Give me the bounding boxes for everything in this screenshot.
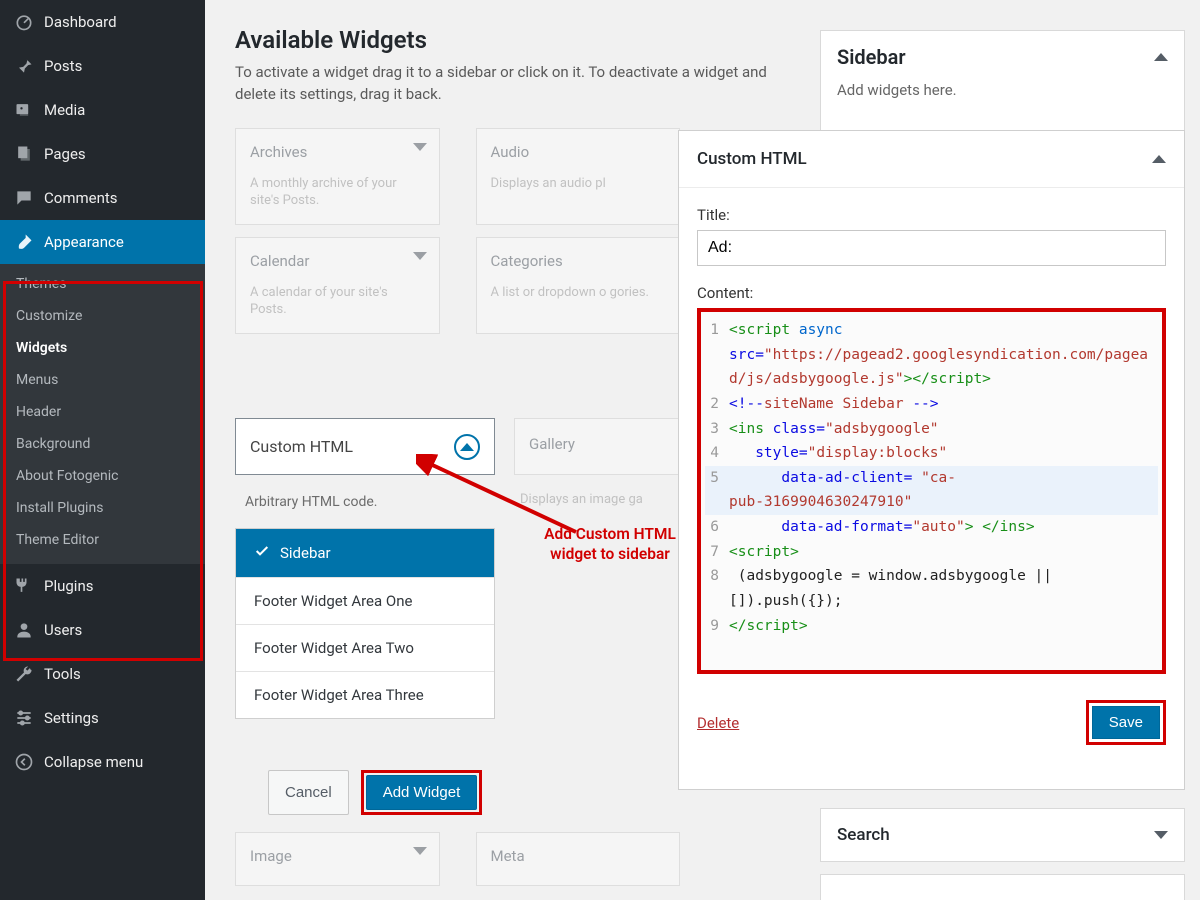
- pages-icon: [14, 144, 34, 164]
- sidebar-item-label: Media: [44, 101, 85, 119]
- widget-card-calendar[interactable]: Calendar A calendar of your site's Posts…: [235, 237, 440, 334]
- sidebar-item-label: Comments: [44, 189, 118, 207]
- sidebar-item-tools[interactable]: Tools: [0, 652, 205, 696]
- sidebar-item-dashboard[interactable]: Dashboard: [0, 0, 205, 44]
- submenu-item-themes[interactable]: Themes: [0, 268, 205, 300]
- sidebar-item-label: Collapse menu: [44, 753, 143, 771]
- submenu-item-menus[interactable]: Menus: [0, 364, 205, 396]
- sidebar-item-plugins[interactable]: Plugins: [0, 564, 205, 608]
- widget-grid: Archives A monthly archive of your site'…: [235, 128, 680, 334]
- target-item-footer-1[interactable]: Footer Widget Area One: [236, 578, 494, 625]
- chevron-down-icon: [413, 143, 427, 151]
- sidebar-item-label: Dashboard: [44, 13, 117, 31]
- submenu-item-header[interactable]: Header: [0, 396, 205, 428]
- appearance-submenu: Themes Customize Widgets Menus Header Ba…: [0, 264, 205, 564]
- content-code-editor[interactable]: 1<script asyncsrc="https://pagead2.googl…: [697, 308, 1166, 674]
- sidebar-item-collapse[interactable]: Collapse menu: [0, 740, 205, 784]
- chevron-up-icon[interactable]: [1154, 53, 1168, 61]
- submenu-item-about-fotogenic[interactable]: About Fotogenic: [0, 460, 205, 492]
- title-field-label: Title:: [697, 206, 1166, 224]
- speedometer-icon: [14, 12, 34, 32]
- sidebar-item-label: Appearance: [44, 233, 124, 251]
- widget-card-categories[interactable]: Categories A list or dropdown o gories.: [476, 237, 681, 334]
- widget-card-gallery[interactable]: Gallery: [514, 418, 679, 475]
- widget-card-audio[interactable]: Audio Displays an audio pl: [476, 128, 681, 225]
- widget-area-next-panel[interactable]: [820, 874, 1185, 900]
- submenu-item-theme-editor[interactable]: Theme Editor: [0, 524, 205, 556]
- widget-card-gallery-desc: Displays an image ga: [520, 492, 643, 507]
- widget-area-search-panel[interactable]: Search: [820, 808, 1185, 862]
- cancel-button[interactable]: Cancel: [268, 770, 349, 815]
- user-icon: [14, 620, 34, 640]
- widget-card-custom-html-desc: Arbitrary HTML code.: [245, 494, 377, 510]
- widget-target-list: Sidebar Footer Widget Area One Footer Wi…: [235, 528, 495, 719]
- target-item-sidebar[interactable]: Sidebar: [236, 529, 494, 578]
- sidebar-item-users[interactable]: Users: [0, 608, 205, 652]
- sidebar-item-settings[interactable]: Settings: [0, 696, 205, 740]
- brush-icon: [14, 232, 34, 252]
- sidebar-item-label: Plugins: [44, 577, 93, 595]
- sidebar-item-pages[interactable]: Pages: [0, 132, 205, 176]
- target-item-footer-2[interactable]: Footer Widget Area Two: [236, 625, 494, 672]
- sidebar-item-label: Settings: [44, 709, 99, 727]
- media-icon: [14, 100, 34, 120]
- sliders-icon: [14, 708, 34, 728]
- check-icon: [254, 543, 270, 563]
- plug-icon: [14, 576, 34, 596]
- chevron-up-circle-icon[interactable]: [454, 434, 480, 460]
- sidebar-item-label: Posts: [44, 57, 82, 75]
- custom-html-widget-panel: Custom HTML Title: Content: 1<script asy…: [678, 130, 1185, 790]
- sidebar-item-label: Users: [44, 621, 82, 639]
- available-widgets-desc: To activate a widget drag it to a sideba…: [235, 62, 795, 106]
- widget-card-image[interactable]: Image: [235, 832, 440, 886]
- sidebar-item-label: Pages: [44, 145, 86, 163]
- annotation-save-button: Save: [1086, 700, 1166, 745]
- sidebar-item-posts[interactable]: Posts: [0, 44, 205, 88]
- collapse-icon: [14, 752, 34, 772]
- submenu-item-widgets[interactable]: Widgets: [0, 332, 205, 364]
- content-field-label: Content:: [697, 284, 1166, 302]
- sidebar-item-comments[interactable]: Comments: [0, 176, 205, 220]
- widget-card-custom-html[interactable]: Custom HTML: [235, 418, 495, 475]
- save-button[interactable]: Save: [1092, 706, 1160, 739]
- chevron-up-icon[interactable]: [1152, 155, 1166, 163]
- sidebar-item-appearance[interactable]: Appearance: [0, 220, 205, 264]
- faded-widget-row: Image Meta: [235, 832, 680, 886]
- widget-title-input[interactable]: [697, 230, 1166, 266]
- wrench-icon: [14, 664, 34, 684]
- comment-icon: [14, 188, 34, 208]
- pin-icon: [14, 56, 34, 76]
- widget-area-title: Search: [837, 825, 890, 845]
- annotation-callout: Add Custom HTML widget to sidebar: [530, 524, 690, 564]
- widget-card-label: Custom HTML: [250, 437, 353, 456]
- custom-html-panel-header[interactable]: Custom HTML: [679, 131, 1184, 188]
- add-widget-button[interactable]: Add Widget: [366, 775, 478, 810]
- chevron-down-icon[interactable]: [1154, 831, 1168, 839]
- admin-sidebar: Dashboard Posts Media Pages Comments App…: [0, 0, 205, 900]
- widget-area-helper: Add widgets here.: [837, 81, 1168, 99]
- chevron-down-icon: [413, 252, 427, 260]
- delete-link[interactable]: Delete: [697, 714, 739, 732]
- annotation-add-widget: Add Widget: [361, 770, 483, 815]
- sidebar-item-media[interactable]: Media: [0, 88, 205, 132]
- submenu-item-background[interactable]: Background: [0, 428, 205, 460]
- widget-area-title: Sidebar: [837, 45, 906, 69]
- submenu-item-install-plugins[interactable]: Install Plugins: [0, 492, 205, 524]
- chevron-down-icon: [413, 847, 427, 855]
- widget-area-sidebar-panel[interactable]: Sidebar Add widgets here.: [820, 30, 1185, 135]
- custom-html-panel-title: Custom HTML: [697, 149, 807, 169]
- widget-card-meta[interactable]: Meta: [476, 832, 681, 886]
- target-item-footer-3[interactable]: Footer Widget Area Three: [236, 672, 494, 718]
- submenu-item-customize[interactable]: Customize: [0, 300, 205, 332]
- action-buttons: Cancel Add Widget: [268, 770, 482, 815]
- sidebar-item-label: Tools: [44, 665, 81, 683]
- target-item-label: Sidebar: [280, 544, 331, 562]
- widget-card-archives[interactable]: Archives A monthly archive of your site'…: [235, 128, 440, 225]
